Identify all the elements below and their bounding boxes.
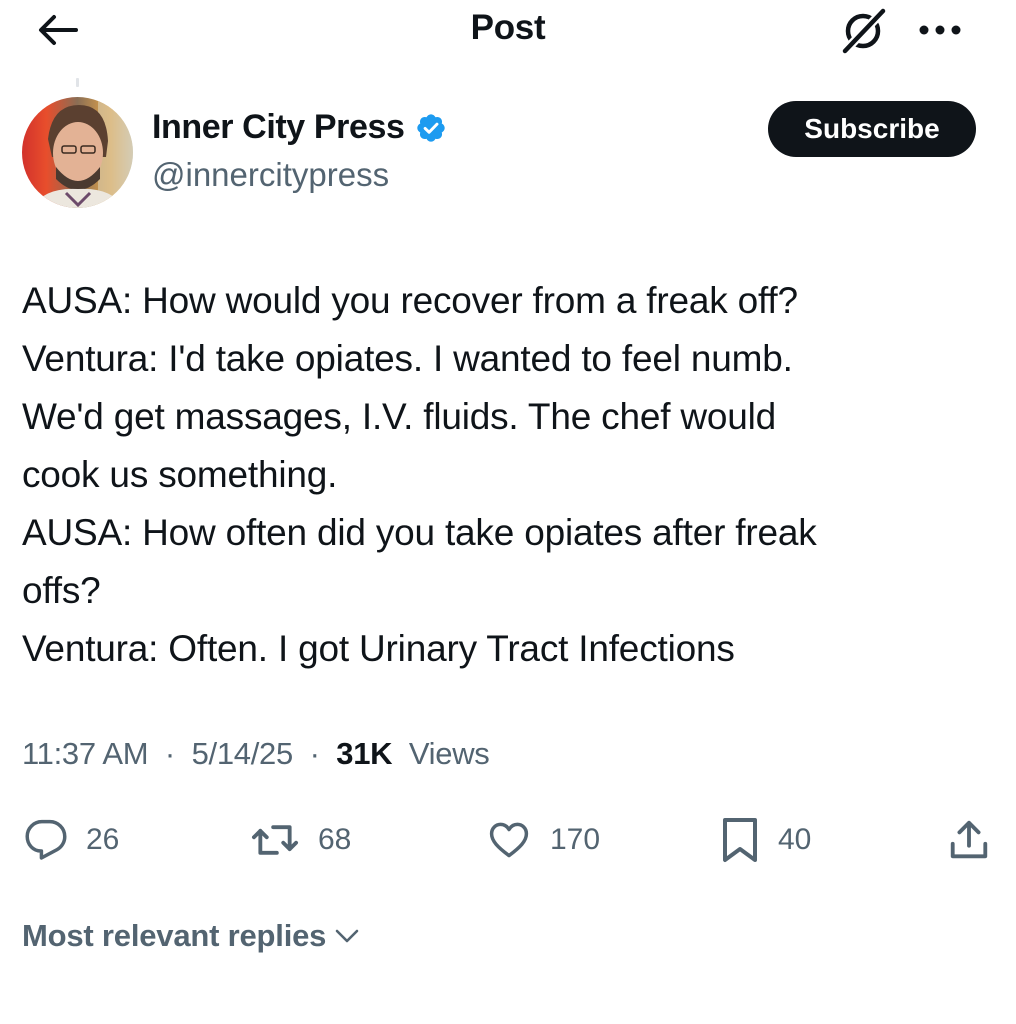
author-name-row: Inner City Press [152, 108, 447, 147]
reply-icon [25, 819, 67, 860]
repost-icon [251, 825, 299, 855]
bookmark-icon [723, 818, 757, 862]
post-metadata: 11:37 AM · 5/14/25 · 31K Views [22, 736, 490, 772]
reply-count: 26 [86, 823, 120, 856]
more-horizontal-icon [919, 25, 961, 35]
more-options-button[interactable] [912, 8, 968, 52]
divider-mark [76, 78, 79, 87]
verified-badge-icon [415, 112, 447, 144]
meta-separator: · [156, 736, 184, 771]
author-handle[interactable]: @innercitypress [152, 156, 389, 194]
author-display-name[interactable]: Inner City Press [152, 108, 405, 147]
meta-separator: · [301, 736, 328, 771]
like-count: 170 [550, 823, 601, 856]
avatar[interactable] [22, 97, 133, 208]
chevron-down-icon [334, 926, 360, 946]
post-text: AUSA: How would you recover from a freak… [22, 272, 997, 678]
post-text-line: AUSA: How often did you take opiates aft… [22, 512, 817, 553]
post-action-bar: 26 68 170 40 [0, 812, 1016, 868]
repost-count: 68 [318, 823, 352, 856]
views-count[interactable]: 31K [336, 736, 392, 771]
bookmark-button[interactable]: 40 [720, 812, 811, 868]
post-text-line: offs? [22, 570, 101, 611]
post-time[interactable]: 11:37 AM [22, 736, 149, 771]
bookmark-count: 40 [778, 823, 812, 856]
post-detail-screen: Post Inner City Press @innercitypress Su… [0, 0, 1016, 1024]
avatar-image [22, 97, 133, 208]
replies-sort-label: Most relevant replies [22, 918, 327, 953]
like-button[interactable]: 170 [486, 812, 600, 868]
top-bar: Post [0, 0, 1016, 60]
post-text-line: We'd get massages, I.V. fluids. The chef… [22, 396, 777, 437]
post-text-line: AUSA: How would you recover from a freak… [22, 280, 798, 321]
share-icon [950, 820, 988, 859]
heart-icon [489, 822, 529, 858]
post-text-line: cook us something. [22, 454, 338, 495]
post-text-line: Ventura: Often. I got Urinary Tract Infe… [22, 628, 735, 669]
reply-button[interactable]: 26 [24, 812, 119, 868]
repost-button[interactable]: 68 [250, 812, 351, 868]
replies-sort-dropdown[interactable]: Most relevant replies [22, 918, 360, 954]
share-button[interactable] [946, 812, 992, 868]
grok-icon [839, 5, 889, 56]
grok-button[interactable] [836, 4, 892, 56]
subscribe-button[interactable]: Subscribe [768, 101, 976, 157]
post-text-line: Ventura: I'd take opiates. I wanted to f… [22, 338, 793, 379]
post-date[interactable]: 5/14/25 [192, 736, 294, 771]
views-label[interactable]: Views [401, 736, 490, 771]
